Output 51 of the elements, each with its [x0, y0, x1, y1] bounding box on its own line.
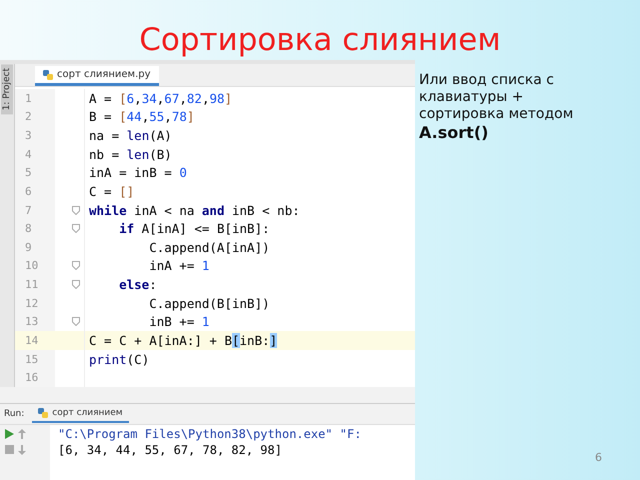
code-line: C = C + A[inA:] + B[inB:] [88, 332, 278, 348]
line-number: 4 [15, 144, 55, 164]
run-label: Run: [4, 409, 24, 419]
run-tab[interactable]: сорт слиянием [32, 405, 129, 423]
down-arrow-icon[interactable] [18, 445, 26, 455]
code-line: print(C) [88, 352, 150, 367]
stop-icon[interactable] [4, 445, 14, 454]
fold-marker-icon[interactable] [72, 280, 80, 290]
play-icon[interactable] [4, 429, 14, 439]
code-line: if A[inA] <= B[inB]: [118, 221, 270, 236]
line-number: 12 [15, 294, 55, 312]
code-line: C = [] [88, 184, 134, 199]
line-number: 15 [15, 350, 55, 368]
line-number: 9 [15, 238, 55, 257]
fold-marker-icon[interactable] [72, 224, 80, 234]
code-line: C.append(B[inB]) [148, 296, 270, 311]
line-number: 7 [15, 200, 55, 220]
console-line: "C:\Program Files\Python38\python.exe" "F: [58, 427, 362, 441]
fold-marker-icon[interactable] [72, 206, 80, 215]
line-number: 8 [15, 219, 55, 238]
code-line: else: [118, 277, 157, 292]
python-file-icon [38, 408, 48, 418]
up-arrow-icon[interactable] [18, 429, 26, 439]
code-line: B = [44,55,78] [88, 109, 194, 124]
note-text: Или ввод списка с клавиатуры + сортировка методом [419, 72, 574, 123]
python-file-icon [43, 70, 53, 80]
line-number: 10 [15, 256, 55, 276]
code-line: inB += 1 [148, 314, 210, 330]
fold-marker-icon[interactable] [72, 261, 80, 270]
note-code: A.sort() [419, 123, 490, 142]
code-line: nb = len(B) [88, 146, 172, 162]
code-line: na = len(A) [88, 128, 172, 144]
code-line: inA += 1 [148, 258, 210, 274]
line-number: 16 [15, 368, 55, 387]
file-tab[interactable]: сорт слиянием.py [35, 66, 159, 86]
project-side-tab[interactable]: 1: Project [1, 64, 13, 114]
line-number: 11 [15, 275, 55, 294]
line-number: 5 [15, 164, 55, 182]
line-number: 1 [15, 89, 55, 108]
line-number: 13 [15, 312, 55, 332]
code-line: A = [6,34,67,82,98] [88, 90, 232, 106]
fold-marker-icon[interactable] [72, 317, 80, 326]
slide-title: Сортировка слиянием [138, 21, 502, 60]
code-line: while inA < na and inB < nb: [88, 202, 300, 218]
line-number: 3 [15, 126, 55, 145]
page-number: 6 [595, 451, 602, 464]
console-line: [6, 34, 44, 55, 67, 78, 82, 98] [58, 443, 283, 457]
code-line: C.append(A[inA]) [148, 240, 270, 255]
line-number: 6 [15, 182, 55, 201]
line-number: 2 [15, 108, 55, 126]
code-line: inA = inB = 0 [88, 165, 187, 180]
